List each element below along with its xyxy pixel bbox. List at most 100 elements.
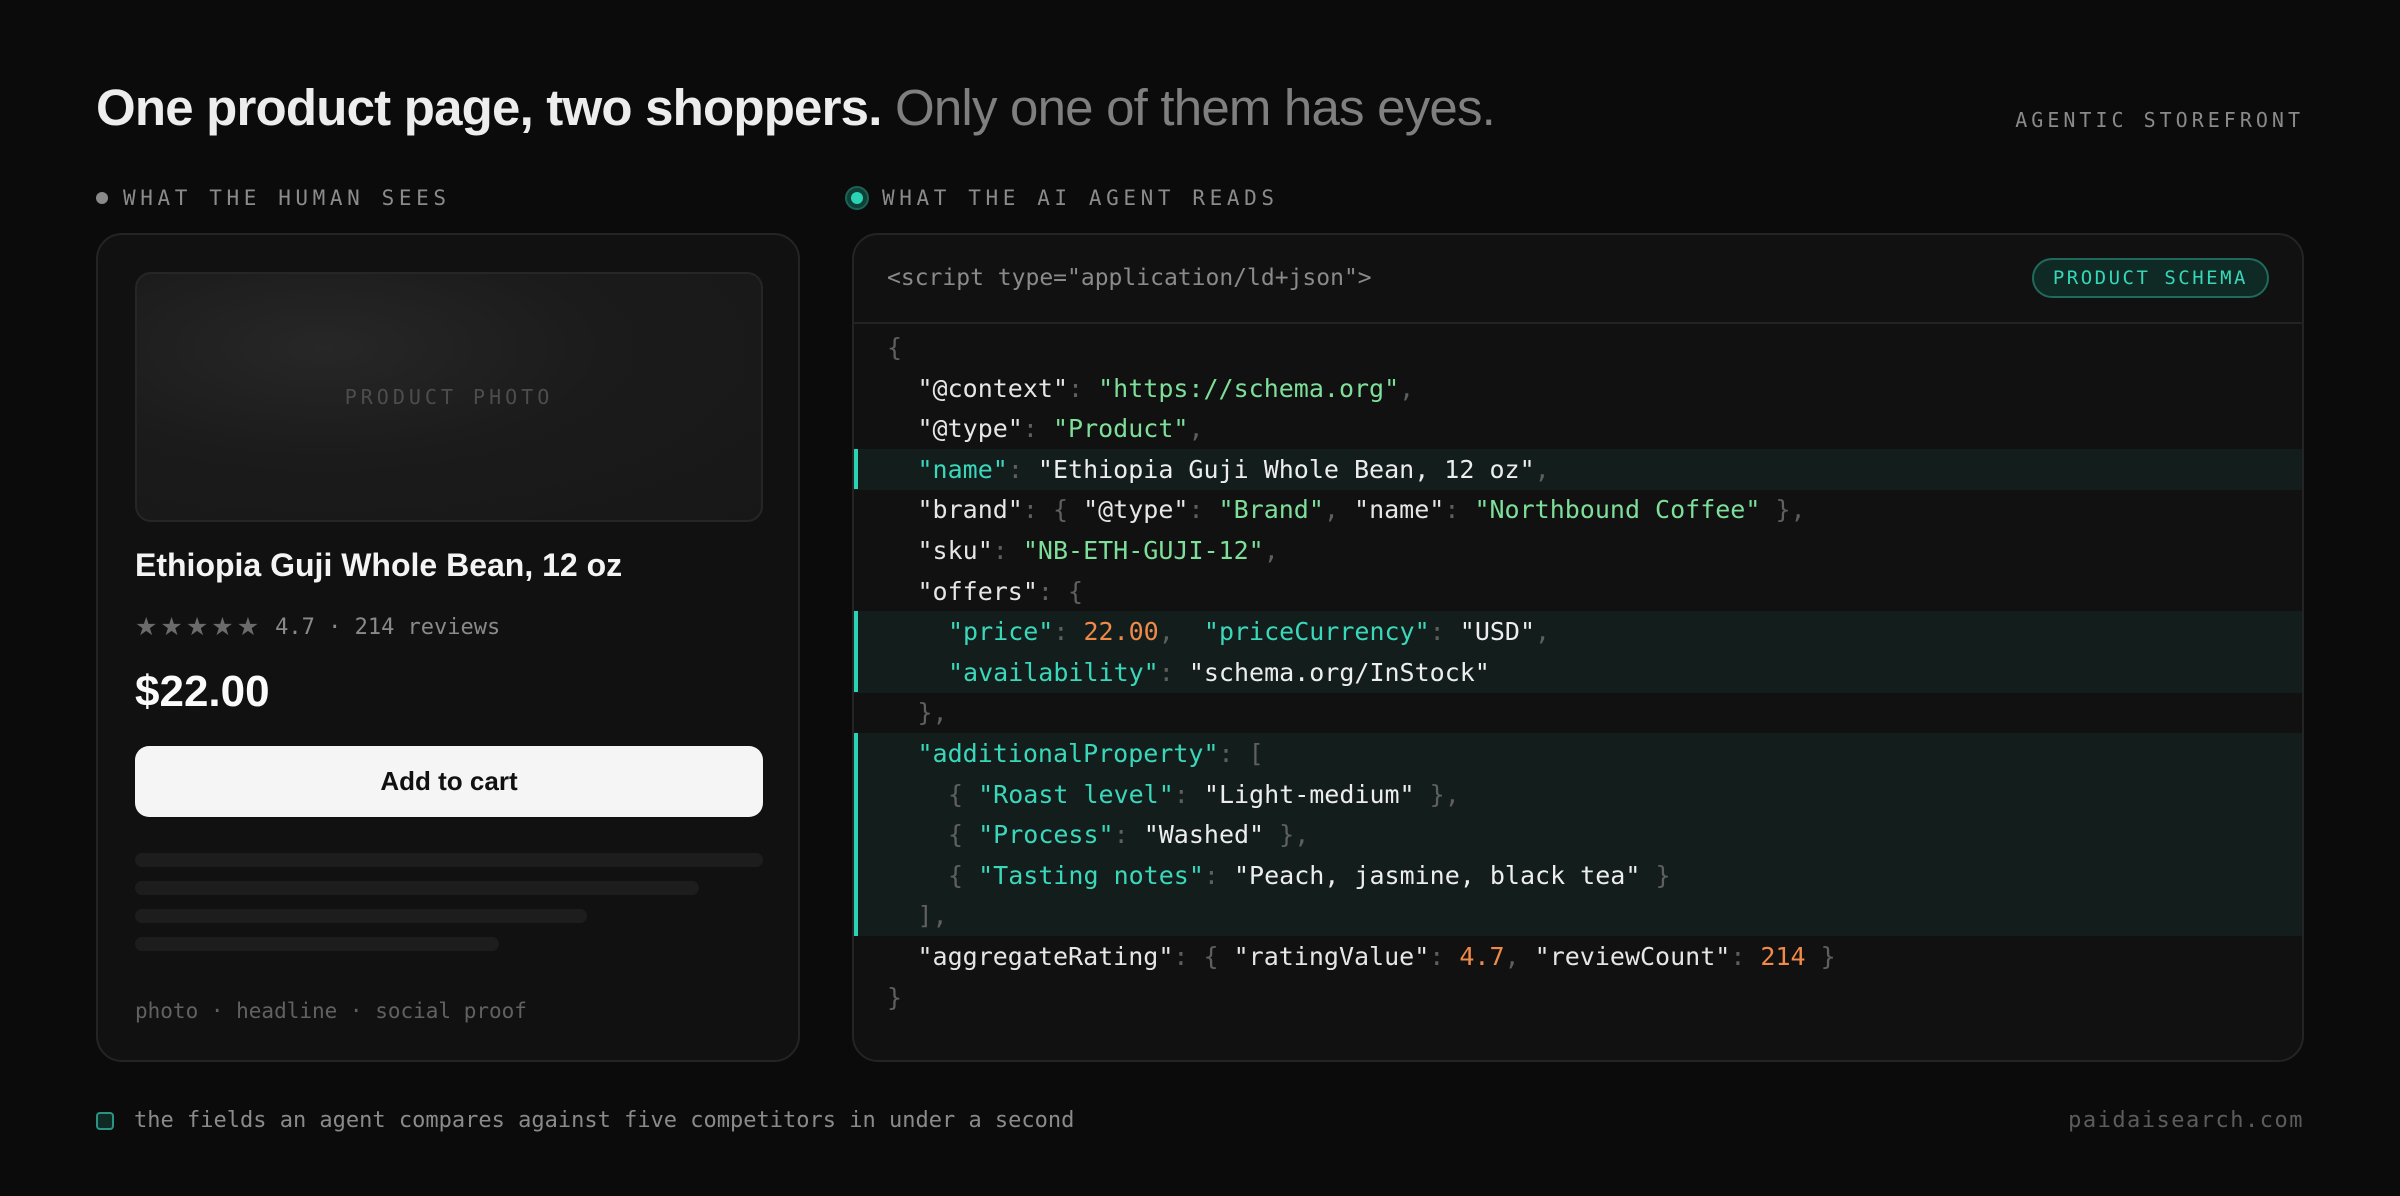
agent-label-text: WHAT THE AI AGENT READS [882, 186, 1279, 210]
code-token: "additionalProperty" [917, 739, 1219, 768]
code-token: : [1188, 495, 1219, 525]
code-token: : [1429, 942, 1460, 971]
add-to-cart-button[interactable]: Add to cart [135, 746, 763, 817]
code-token: : [1022, 414, 1053, 444]
code-token: : [992, 536, 1023, 565]
code-token: : [ [1218, 739, 1264, 768]
code-line: "price": 22.00, "priceCurrency": "USD", [854, 611, 2302, 653]
code-token: "aggregateRating" [917, 942, 1174, 971]
code-token: "priceCurrency" [1203, 617, 1430, 647]
code-line: "offers": { [854, 571, 2302, 612]
card-caption: photo · headline · social proof [135, 999, 527, 1023]
code-token: "Peach, jasmine, black tea" [1234, 860, 1641, 890]
code-token: , [1399, 373, 1415, 403]
code-token: "schema.org/InStock" [1188, 657, 1490, 687]
code-token: ], [917, 901, 948, 931]
code-line: ], [854, 895, 2302, 937]
code-token: }, [1414, 779, 1460, 809]
code-token: { [948, 820, 979, 850]
code-token: 214 [1760, 942, 1806, 971]
code-token: "USD" [1459, 617, 1536, 647]
code-token: "Light-medium" [1203, 779, 1415, 809]
code-token: { [887, 333, 903, 362]
code-token: , [1535, 617, 1551, 647]
skeleton-line [135, 853, 763, 867]
code-token: }, [917, 698, 948, 728]
code-line: { "Tasting notes": "Peach, jasmine, blac… [854, 854, 2302, 896]
code-token: "price" [948, 617, 1054, 647]
code-token: , [1263, 536, 1279, 565]
code-line: { "Roast level": "Light-medium" }, [854, 773, 2302, 815]
product-title: Ethiopia Guji Whole Bean, 12 oz [135, 547, 623, 583]
code-line: "aggregateRating": { "ratingValue": 4.7,… [854, 936, 2302, 977]
code-token: "Product" [1052, 414, 1189, 444]
human-dot-icon [96, 192, 108, 204]
code-token: "name" [1354, 495, 1445, 525]
star-icon: ★ [135, 613, 158, 641]
star-icon: ★ [185, 613, 209, 641]
code-token: "ratingValue" [1233, 942, 1430, 971]
human-label-text: WHAT THE HUMAN SEES [123, 186, 451, 210]
code-token: }, [1264, 820, 1310, 850]
highlight-swatch-icon [96, 1111, 114, 1130]
code-token: "Process" [978, 820, 1114, 850]
rating-text: 4.7 · 214 reviews [275, 615, 501, 640]
highlight-bar [854, 733, 858, 936]
code-token: "Northbound Coffee" [1474, 495, 1761, 525]
page-headline: One product page, two shoppers. Only one… [96, 78, 1496, 137]
code-token: , [1188, 414, 1204, 444]
product-price: $22.00 [135, 667, 270, 716]
code-token: } [1640, 860, 1671, 890]
code-token: , [1158, 617, 1204, 647]
human-column-label: WHAT THE HUMAN SEES [96, 186, 451, 210]
code-line: { "Process": "Washed" }, [854, 814, 2302, 856]
code-token: } [1805, 942, 1836, 971]
code-line: { [854, 327, 2302, 368]
code-line: } [854, 977, 2302, 1018]
code-token: "name" [917, 454, 1008, 484]
code-token: , [1504, 942, 1535, 971]
skeleton-line [135, 909, 587, 923]
code-token: "Tasting notes" [978, 860, 1204, 890]
code-token: { [948, 779, 979, 809]
code-token: : [1429, 617, 1460, 647]
rating-row: ★ ★ ★ ★ ★ 4.7 · 214 reviews [135, 613, 501, 641]
code-panel-header: <script type="application/ld+json"> PROD… [854, 235, 2302, 324]
code-token: : [1444, 495, 1475, 525]
photo-placeholder-label: PRODUCT PHOTO [344, 385, 554, 409]
skeleton-line [135, 937, 499, 951]
site-url: paidaisearch.com [2068, 1108, 2304, 1133]
agent-column-label: WHAT THE AI AGENT READS [847, 186, 1279, 210]
code-token: "sku" [917, 536, 993, 565]
code-token: "offers" [917, 576, 1038, 606]
code-line: "sku": "NB-ETH-GUJI-12", [854, 530, 2302, 571]
code-line: "@type": "Product", [854, 408, 2302, 449]
code-token: "@context" [917, 373, 1069, 403]
code-token: : { [1037, 576, 1084, 606]
code-token: "Ethiopia Guji Whole Bean, 12 oz" [1037, 454, 1535, 484]
code-token: : [1007, 454, 1038, 484]
code-token: "@type" [917, 414, 1023, 444]
product-photo: PRODUCT PHOTO [135, 272, 763, 522]
code-token: } [887, 982, 903, 1012]
code-token: }, [1760, 495, 1806, 525]
code-token: , [1534, 454, 1550, 484]
skeleton-line [135, 881, 699, 895]
code-token: "@type" [1083, 495, 1189, 525]
code-token: "availability" [948, 657, 1159, 687]
code-token: "https://schema.org" [1098, 373, 1400, 403]
code-token: 22.00 [1083, 617, 1159, 647]
code-token: 4.7 [1459, 942, 1505, 971]
code-line: }, [854, 692, 2302, 733]
code-token: : [1173, 779, 1204, 809]
headline-bold: One product page, two shoppers. [96, 79, 882, 136]
code-token: "Washed" [1143, 820, 1265, 850]
code-token: : [1113, 820, 1144, 850]
highlight-bar [854, 448, 858, 490]
product-card: PRODUCT PHOTO Ethiopia Guji Whole Bean, … [96, 233, 800, 1062]
code-token: : [1158, 657, 1189, 687]
page: One product page, two shoppers. Only one… [0, 0, 2400, 1196]
code-line: "availability": "schema.org/InStock" [854, 651, 2302, 693]
product-schema-badge: PRODUCT SCHEMA [2031, 258, 2269, 298]
legend-text: the fields an agent compares against fiv… [134, 1108, 1075, 1133]
